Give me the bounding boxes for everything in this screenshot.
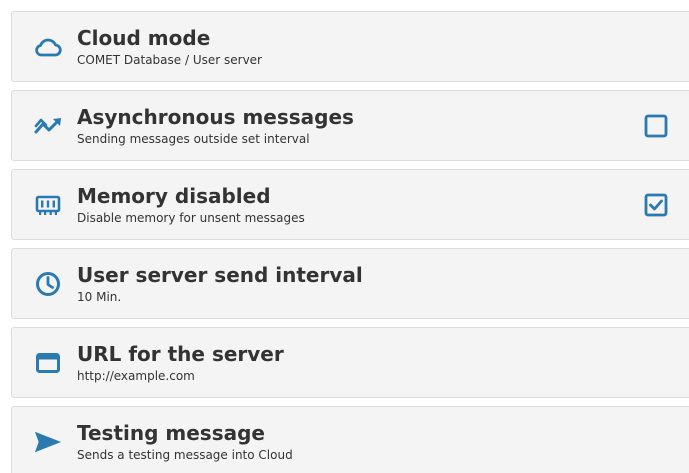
setting-cloud-mode[interactable]: Cloud mode COMET Database / User server: [11, 11, 689, 82]
setting-asynchronous-messages[interactable]: Asynchronous messages Sending messages o…: [11, 90, 689, 161]
setting-title: URL for the server: [77, 342, 284, 366]
setting-title: Asynchronous messages: [77, 105, 354, 129]
setting-subtitle: Sends a testing message into Cloud: [77, 448, 293, 462]
memory-disabled-checkbox[interactable]: [644, 193, 668, 217]
setting-send-interval[interactable]: User server send interval 10 Min.: [11, 248, 689, 319]
checkbox-checked-icon: [644, 193, 668, 216]
setting-subtitle: Disable memory for unsent messages: [77, 211, 305, 225]
setting-title: Cloud mode: [77, 26, 211, 50]
clock-icon: [34, 270, 62, 298]
trend-arrows-icon: [34, 112, 62, 140]
cloud-icon: [34, 33, 62, 61]
setting-subtitle: COMET Database / User server: [77, 53, 262, 67]
setting-title: Memory disabled: [77, 184, 271, 208]
setting-subtitle: http://example.com: [77, 369, 195, 383]
send-icon: [34, 428, 62, 456]
setting-server-url[interactable]: URL for the server http://example.com: [11, 327, 689, 398]
setting-title: Testing message: [77, 421, 265, 445]
memory-chip-icon: [34, 191, 62, 219]
setting-memory-disabled[interactable]: Memory disabled Disable memory for unsen…: [11, 169, 689, 240]
setting-subtitle: 10 Min.: [77, 290, 122, 304]
setting-subtitle: Sending messages outside set interval: [77, 132, 310, 146]
setting-testing-message[interactable]: Testing message Sends a testing message …: [11, 406, 689, 473]
checkbox-unchecked-icon: [644, 114, 668, 137]
setting-title: User server send interval: [77, 263, 363, 287]
browser-window-icon: [34, 349, 62, 377]
async-messages-checkbox[interactable]: [644, 114, 668, 138]
settings-list: Cloud mode COMET Database / User server …: [0, 0, 689, 473]
